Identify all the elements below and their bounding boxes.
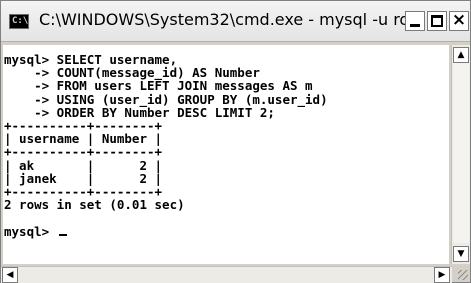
console-text: mysql> SELECT username, -> COUNT(message… xyxy=(4,52,328,239)
scroll-left-button[interactable]: ◀ xyxy=(2,267,18,283)
horizontal-scrollbar[interactable]: ◀ ▶ xyxy=(1,266,452,283)
console-output[interactable]: mysql> SELECT username, -> COUNT(message… xyxy=(3,45,449,264)
close-icon: × xyxy=(451,10,467,30)
scroll-up-button[interactable]: ▲ xyxy=(453,47,469,63)
cmd-window: C:\ C:\WINDOWS\System32\cmd.exe - mysql … xyxy=(0,0,471,283)
close-button[interactable]: × xyxy=(449,10,469,31)
maximize-icon xyxy=(431,15,443,27)
maximize-button[interactable] xyxy=(427,11,447,31)
resize-grip[interactable] xyxy=(452,266,470,282)
text-cursor xyxy=(58,233,67,236)
scroll-right-button[interactable]: ▶ xyxy=(434,267,450,283)
window-title: C:\WINDOWS\System32\cmd.exe - mysql -u r… xyxy=(39,10,426,29)
console-icon-glyph: C:\ xyxy=(12,16,29,26)
minimize-button[interactable] xyxy=(405,11,425,31)
vertical-scroll-thumb[interactable] xyxy=(453,63,469,243)
title-bar[interactable]: C:\ C:\WINDOWS\System32\cmd.exe - mysql … xyxy=(1,1,470,42)
console-icon[interactable]: C:\ xyxy=(9,14,29,29)
vertical-scrollbar[interactable]: ▲ ▼ xyxy=(451,45,470,264)
scroll-down-button[interactable]: ▼ xyxy=(453,246,469,262)
minimize-icon xyxy=(410,24,420,27)
